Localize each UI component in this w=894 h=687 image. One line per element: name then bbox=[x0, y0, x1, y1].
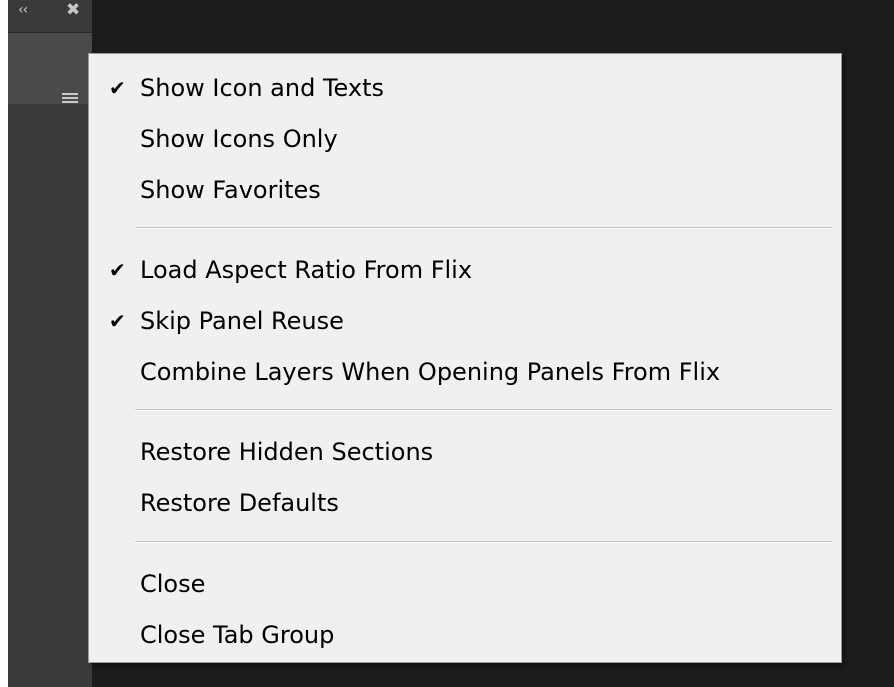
menu-item-show-icon-and-texts[interactable]: ✔ Show Icon and Texts bbox=[89, 66, 841, 110]
menu-item-label: Restore Hidden Sections bbox=[140, 438, 434, 466]
menu-item-label: Skip Panel Reuse bbox=[140, 307, 344, 335]
menu-item-label: Show Favorites bbox=[140, 176, 321, 204]
panel-tab-strip: ‹‹ ✖ bbox=[8, 0, 92, 32]
menu-separator bbox=[135, 541, 832, 543]
menu-item-load-aspect-ratio[interactable]: ✔ Load Aspect Ratio From Flix bbox=[89, 248, 841, 292]
panel-body bbox=[8, 104, 92, 687]
menu-separator bbox=[135, 227, 832, 229]
close-icon[interactable]: ✖ bbox=[66, 1, 80, 19]
menu-item-label: Show Icons Only bbox=[140, 125, 338, 153]
menu-item-label: Load Aspect Ratio From Flix bbox=[140, 256, 473, 284]
checkmark-icon: ✔ bbox=[109, 76, 126, 100]
menu-item-show-icons-only[interactable]: Show Icons Only bbox=[89, 117, 841, 161]
menu-item-restore-defaults[interactable]: Restore Defaults bbox=[89, 481, 841, 525]
menu-item-label: Combine Layers When Opening Panels From … bbox=[140, 358, 721, 386]
menu-item-close-tab-group[interactable]: Close Tab Group bbox=[89, 613, 841, 657]
menu-item-skip-panel-reuse[interactable]: ✔ Skip Panel Reuse bbox=[89, 299, 841, 343]
checkmark-icon: ✔ bbox=[109, 309, 126, 333]
menu-separator bbox=[135, 409, 832, 411]
menu-item-label: Restore Defaults bbox=[140, 489, 339, 517]
menu-item-combine-layers[interactable]: Combine Layers When Opening Panels From … bbox=[89, 350, 841, 394]
checkmark-icon: ✔ bbox=[109, 258, 126, 282]
menu-item-label: Close Tab Group bbox=[140, 621, 335, 649]
double-chevron-left-icon[interactable]: ‹‹ bbox=[18, 2, 28, 18]
panel-header bbox=[8, 32, 92, 107]
menu-item-show-favorites[interactable]: Show Favorites bbox=[89, 168, 841, 212]
menu-item-label: Close bbox=[140, 570, 206, 598]
menu-item-close[interactable]: Close bbox=[89, 562, 841, 606]
panel-options-menu: ✔ Show Icon and Texts Show Icons Only Sh… bbox=[88, 53, 842, 663]
menu-item-restore-hidden-sections[interactable]: Restore Hidden Sections bbox=[89, 430, 841, 474]
screen: ‹‹ ✖ ✔ Show Icon and Texts Show Icons On… bbox=[0, 0, 894, 687]
menu-item-label: Show Icon and Texts bbox=[140, 74, 385, 102]
